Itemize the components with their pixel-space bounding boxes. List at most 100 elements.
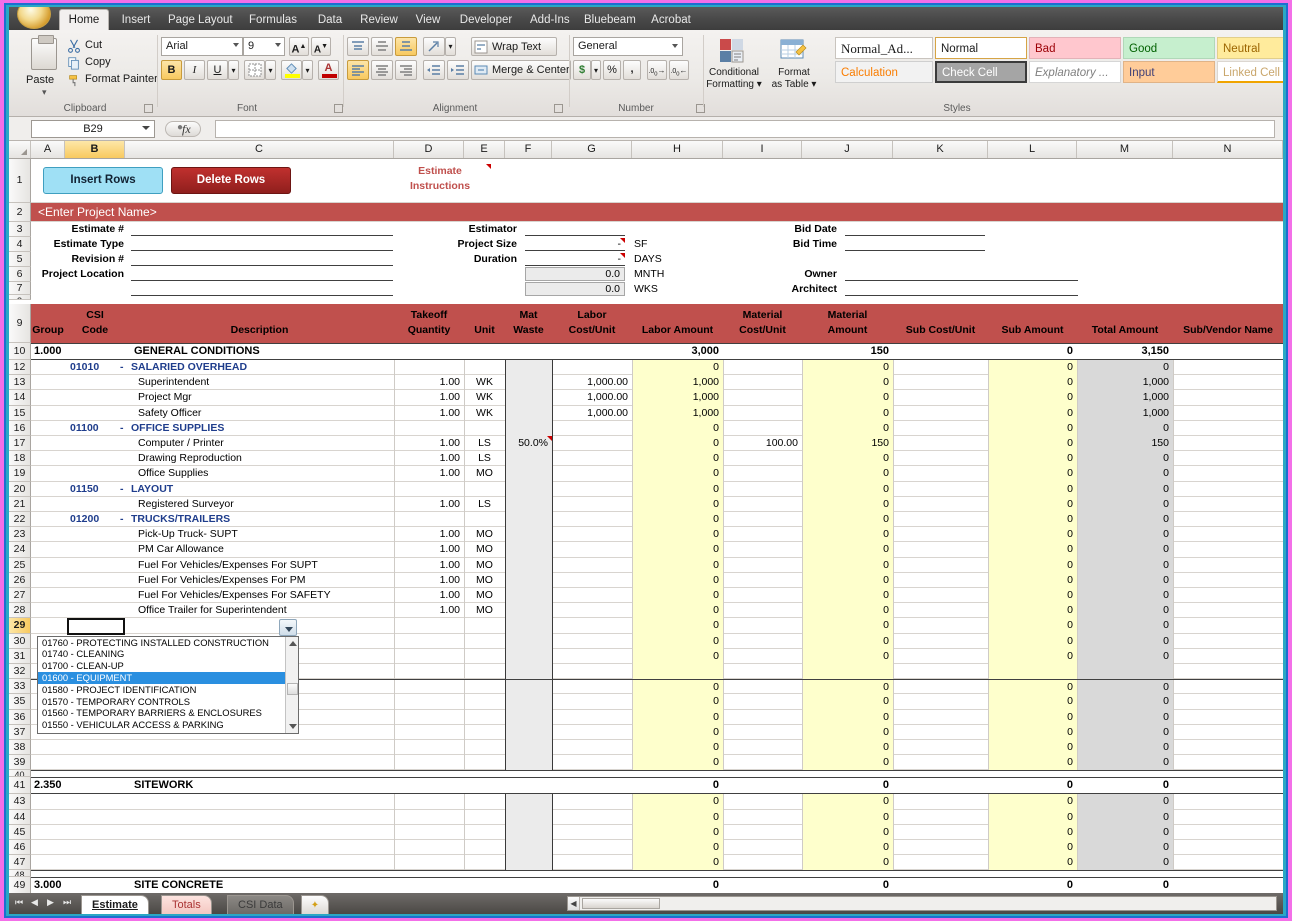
cell-labor-amount[interactable]: 0 [632, 467, 723, 480]
column-header-m[interactable]: M [1077, 141, 1173, 158]
ribbon-tab-insert[interactable]: Insert [113, 10, 159, 30]
cell-labor-cost-per-unit[interactable] [552, 795, 632, 808]
cell-material-amount[interactable]: 0 [802, 695, 893, 708]
table-row[interactable]: Drawing Reproduction1.00LS0000 [31, 451, 1283, 466]
row-header-43[interactable]: 43 [9, 794, 31, 809]
cell-sub-cost-per-unit[interactable] [893, 483, 988, 496]
cell-unit[interactable]: LS [464, 452, 505, 465]
cell-sub-vendor-name[interactable] [1173, 574, 1283, 587]
cell-description[interactable]: Safety Officer [135, 407, 404, 420]
horizontal-scrollbar[interactable]: ◀ [567, 896, 1277, 911]
row-header-30[interactable]: 30 [9, 634, 31, 649]
decrease-indent-button[interactable] [423, 60, 445, 80]
cell-takeoff-quantity[interactable] [394, 361, 464, 374]
cell-mamt[interactable]: 0 [802, 779, 893, 792]
cell-material-amount[interactable]: 0 [802, 650, 893, 663]
cell-sub-cost-per-unit[interactable] [893, 711, 988, 724]
selected-cell-b29[interactable] [67, 618, 125, 634]
cell-group-description[interactable]: SITEWORK [131, 779, 400, 792]
cell-sub-amount[interactable]: 0 [988, 681, 1077, 694]
cell-labor-amount[interactable]: 0 [632, 635, 723, 648]
cell-mat-waste[interactable] [505, 452, 552, 465]
cell-total-amount[interactable]: 0 [1077, 811, 1173, 824]
row-header-49[interactable]: 49 [9, 877, 31, 893]
accounting-format-button[interactable]: $ [573, 60, 591, 80]
cell-takeoff-quantity[interactable] [394, 756, 464, 769]
cell-labor-amount[interactable]: 0 [632, 604, 723, 617]
cell-labor-amount[interactable]: 0 [632, 483, 723, 496]
style-cell-neutral[interactable]: Neutral [1217, 37, 1283, 59]
ribbon-tab-review[interactable]: Review [353, 10, 405, 30]
cell-material-cost-per-unit[interactable] [723, 467, 802, 480]
cell-labor-amount[interactable]: 0 [632, 681, 723, 694]
cell-unit[interactable]: MO [464, 528, 505, 541]
cell-sub-cost-per-unit[interactable] [893, 559, 988, 572]
cell-sub-vendor-name[interactable] [1173, 650, 1283, 663]
table-row[interactable]: 0000 [31, 794, 1283, 809]
nav-next-sheet-icon[interactable]: ▶ [47, 897, 54, 908]
row-header-37[interactable]: 37 [9, 725, 31, 740]
table-row[interactable] [31, 770, 1283, 777]
cell-sub-amount[interactable]: 0 [988, 528, 1077, 541]
cell-csi-code[interactable]: 01100 [67, 422, 117, 435]
cell-total-amount[interactable]: 0 [1077, 483, 1173, 496]
cell-sub-amount[interactable] [988, 665, 1077, 678]
insert-worksheet-button[interactable]: ✦ [301, 895, 329, 914]
cell-labor-amount[interactable]: 0 [632, 795, 723, 808]
cell-mat-waste[interactable] [505, 841, 552, 854]
cell-unit[interactable]: MO [464, 574, 505, 587]
table-row[interactable]: Office Trailer for Superintendent1.00MO0… [31, 603, 1283, 618]
cell-sub-vendor-name[interactable] [1173, 483, 1283, 496]
ribbon-tab-home[interactable]: Home [59, 9, 109, 30]
cell-sub-cost-per-unit[interactable] [893, 467, 988, 480]
cell-material-cost-per-unit[interactable] [723, 726, 802, 739]
column-header-h[interactable]: H [632, 141, 723, 158]
cell-takeoff-quantity[interactable] [394, 650, 464, 663]
cell-takeoff-quantity[interactable]: 1.00 [394, 528, 464, 541]
table-row[interactable]: 3.000SITE CONCRETE0000 [31, 877, 1283, 893]
bold-button[interactable]: B [161, 60, 182, 80]
cell-labor-amount[interactable]: 0 [632, 589, 723, 602]
cell-material-cost-per-unit[interactable] [723, 650, 802, 663]
cell-material-amount[interactable]: 0 [802, 513, 893, 526]
cell-total-amount[interactable]: 0 [1077, 856, 1173, 869]
cell-unit[interactable] [464, 795, 505, 808]
row-header-31[interactable]: 31 [9, 649, 31, 664]
cell-labor-cost-per-unit[interactable] [552, 635, 632, 648]
row-header-47[interactable]: 47 [9, 855, 31, 870]
cell-sub-cost-per-unit[interactable] [893, 826, 988, 839]
ribbon-tab-bluebeam[interactable]: Bluebeam [577, 10, 641, 30]
cell-total[interactable]: 0 [1077, 879, 1173, 892]
cell-description[interactable] [135, 795, 404, 808]
cell-takeoff-quantity[interactable]: 1.00 [394, 589, 464, 602]
cell-unit[interactable]: MO [464, 543, 505, 556]
cell-material-amount[interactable]: 0 [802, 681, 893, 694]
row-header-19[interactable]: 19 [9, 466, 31, 481]
cell-labor-amount[interactable]: 0 [632, 513, 723, 526]
cell-unit[interactable] [464, 726, 505, 739]
row-header-28[interactable]: 28 [9, 603, 31, 618]
cell-sub-vendor-name[interactable] [1173, 826, 1283, 839]
cell-takeoff-quantity[interactable]: 1.00 [394, 498, 464, 511]
clipboard-dialog-launcher[interactable] [144, 104, 153, 113]
cell-unit[interactable] [464, 650, 505, 663]
table-row[interactable]: Safety Officer1.00WK1,000.001,000001,000 [31, 406, 1283, 421]
dropdown-option[interactable]: 01560 - TEMPORARY BARRIERS & ENCLOSURES [38, 707, 298, 719]
cell-sub-vendor-name[interactable] [1173, 856, 1283, 869]
cell-material-amount[interactable]: 0 [802, 741, 893, 754]
cell-labor-cost-per-unit[interactable] [552, 856, 632, 869]
fill-color-button[interactable] [281, 60, 302, 80]
row-header-38[interactable]: 38 [9, 740, 31, 755]
cell-unit[interactable] [464, 665, 505, 678]
column-header-b[interactable]: B [65, 141, 125, 158]
dropdown-option[interactable]: 01570 - TEMPORARY CONTROLS [38, 696, 298, 708]
row-header-13[interactable]: 13 [9, 375, 31, 390]
cell-csi-code[interactable]: 01010 [67, 361, 117, 374]
nav-previous-sheet-icon[interactable]: ◀ [31, 897, 38, 908]
sheet-tab-totals[interactable]: Totals [161, 895, 212, 914]
ribbon-tab-acrobat[interactable]: Acrobat [643, 10, 699, 30]
borders-dropdown[interactable]: ▾ [265, 60, 276, 80]
cell-sub-amount[interactable]: 0 [988, 391, 1077, 404]
cell-csi-description[interactable]: SALARIED OVERHEAD [128, 361, 397, 374]
table-row[interactable]: Project Mgr1.00WK1,000.001,000001,000 [31, 390, 1283, 405]
